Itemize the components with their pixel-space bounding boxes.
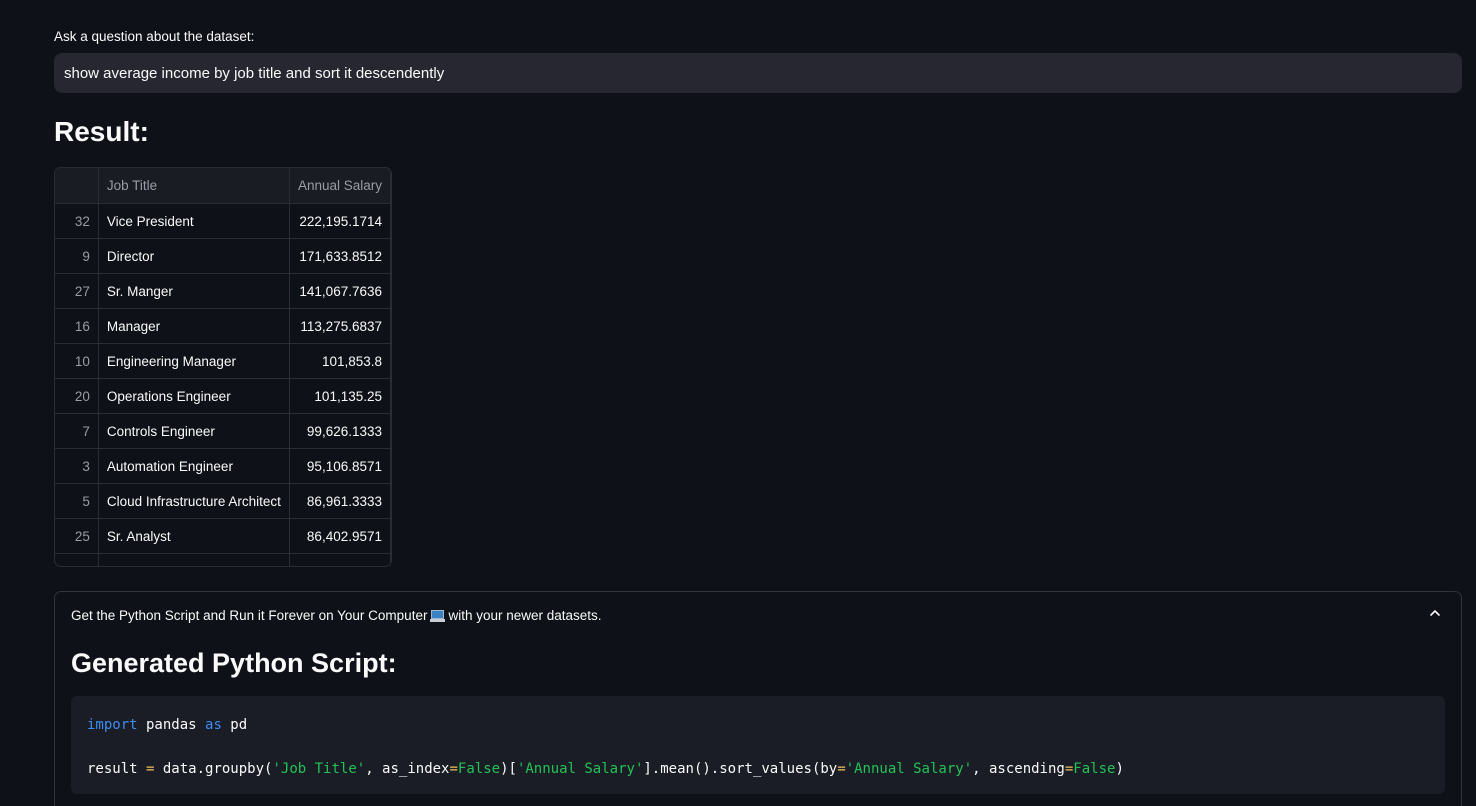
- code-text: result: [87, 761, 147, 777]
- cell-job-title[interactable]: Automation Engineer: [98, 448, 290, 484]
- script-expander: Get the Python Script and Run it Forever…: [54, 591, 1462, 806]
- app-main: Ask a question about the dataset: Result…: [0, 0, 1476, 806]
- row-index[interactable]: 10: [55, 343, 99, 379]
- code-keyword: as: [205, 717, 222, 733]
- cell-annual-salary[interactable]: 95,106.8571: [289, 448, 391, 484]
- cell-job-title[interactable]: Sr. Manger: [98, 273, 290, 309]
- code-text: ].mean().sort_values(by: [643, 761, 838, 777]
- table-header-row: Job Title Annual Salary: [55, 168, 391, 204]
- cell-annual-salary[interactable]: 86,961.3333: [289, 483, 391, 519]
- cell-annual-salary[interactable]: 101,135.25: [289, 378, 391, 414]
- row-index-empty: [55, 553, 99, 566]
- cell-job-title[interactable]: Controls Engineer: [98, 413, 290, 449]
- code-text: ): [1115, 761, 1124, 777]
- table-row: 32 Vice President 222,195.1714: [55, 203, 391, 239]
- code-keyword: import: [87, 717, 138, 733]
- row-index[interactable]: 16: [55, 308, 99, 344]
- cell-annual-salary[interactable]: 141,067.7636: [289, 273, 391, 309]
- row-index[interactable]: 5: [55, 483, 99, 519]
- column-header-index[interactable]: [55, 168, 99, 204]
- row-index[interactable]: 9: [55, 238, 99, 274]
- expander-header[interactable]: Get the Python Script and Run it Forever…: [71, 608, 602, 623]
- cell-empty: [289, 553, 391, 566]
- row-index[interactable]: 3: [55, 448, 99, 484]
- row-index[interactable]: 32: [55, 203, 99, 239]
- cell-annual-salary[interactable]: 101,853.8: [289, 343, 391, 379]
- code-text: , ascending: [972, 761, 1065, 777]
- cell-annual-salary[interactable]: 113,275.6837: [289, 308, 391, 344]
- cell-job-title[interactable]: Engineering Manager: [98, 343, 290, 379]
- code-string: 'Job Title': [272, 761, 366, 777]
- code-text: )[: [500, 761, 517, 777]
- row-index[interactable]: 7: [55, 413, 99, 449]
- laptop-icon: [430, 610, 446, 622]
- table-row: 20 Operations Engineer 101,135.25: [55, 378, 391, 414]
- cell-job-title[interactable]: Cloud Infrastructure Architect: [98, 483, 290, 519]
- cell-job-title[interactable]: Sr. Analyst: [98, 518, 290, 554]
- table-row: 27 Sr. Manger 141,067.7636: [55, 273, 391, 309]
- cell-job-title[interactable]: Vice President: [98, 203, 290, 239]
- column-header-job-title[interactable]: Job Title: [98, 168, 290, 204]
- code-operator: =: [449, 761, 458, 777]
- table-row: 9 Director 171,633.8512: [55, 238, 391, 274]
- question-input[interactable]: [54, 53, 1462, 93]
- code-text: pandas: [137, 717, 206, 733]
- table-row-partial: [55, 553, 391, 566]
- code-boolean: False: [1073, 761, 1116, 777]
- code-block[interactable]: import pandas as pd result = data.groupby…: [71, 696, 1445, 794]
- cell-annual-salary[interactable]: 222,195.1714: [289, 203, 391, 239]
- cell-job-title[interactable]: Manager: [98, 308, 290, 344]
- cell-annual-salary[interactable]: 99,626.1333: [289, 413, 391, 449]
- question-label: Ask a question about the dataset:: [54, 29, 255, 44]
- code-boolean: False: [457, 761, 501, 777]
- row-index[interactable]: 25: [55, 518, 99, 554]
- chevron-up-icon[interactable]: [1427, 605, 1443, 621]
- cell-annual-salary[interactable]: 86,402.9571: [289, 518, 391, 554]
- script-heading: Generated Python Script:: [71, 648, 397, 678]
- cell-empty: [98, 553, 290, 566]
- table-row: 10 Engineering Manager 101,853.8: [55, 343, 391, 379]
- expander-header-text: Get the Python Script and Run it Forever…: [71, 608, 428, 623]
- table-row: 5 Cloud Infrastructure Architect 86,961.…: [55, 483, 391, 519]
- column-header-annual-salary[interactable]: Annual Salary: [289, 168, 391, 204]
- code-operator: =: [837, 761, 846, 777]
- code-string: 'Annual Salary': [516, 761, 644, 777]
- table-row: 16 Manager 113,275.6837: [55, 308, 391, 344]
- cell-annual-salary[interactable]: 171,633.8512: [289, 238, 391, 274]
- code-text: data.groupby(: [154, 761, 273, 777]
- cell-job-title[interactable]: Director: [98, 238, 290, 274]
- row-index[interactable]: 27: [55, 273, 99, 309]
- result-heading: Result:: [54, 116, 149, 147]
- code-text: pd: [221, 717, 248, 733]
- cell-job-title[interactable]: Operations Engineer: [98, 378, 290, 414]
- code-line-import: import pandas as pd: [87, 714, 1429, 736]
- expander-header-text-end: with your newer datasets.: [448, 608, 602, 623]
- table-row: 7 Controls Engineer 99,626.1333: [55, 413, 391, 449]
- code-string: 'Annual Salary': [845, 761, 973, 777]
- code-text: , as_index: [365, 761, 450, 777]
- result-dataframe[interactable]: Job Title Annual Salary 32 Vice Presiden…: [54, 167, 392, 567]
- table-row: 3 Automation Engineer 95,106.8571: [55, 448, 391, 484]
- table-row: 25 Sr. Analyst 86,402.9571: [55, 518, 391, 554]
- code-line-result: result = data.groupby('Job Title', as_in…: [87, 758, 1429, 780]
- row-index[interactable]: 20: [55, 378, 99, 414]
- result-table: Job Title Annual Salary 32 Vice Presiden…: [55, 168, 391, 566]
